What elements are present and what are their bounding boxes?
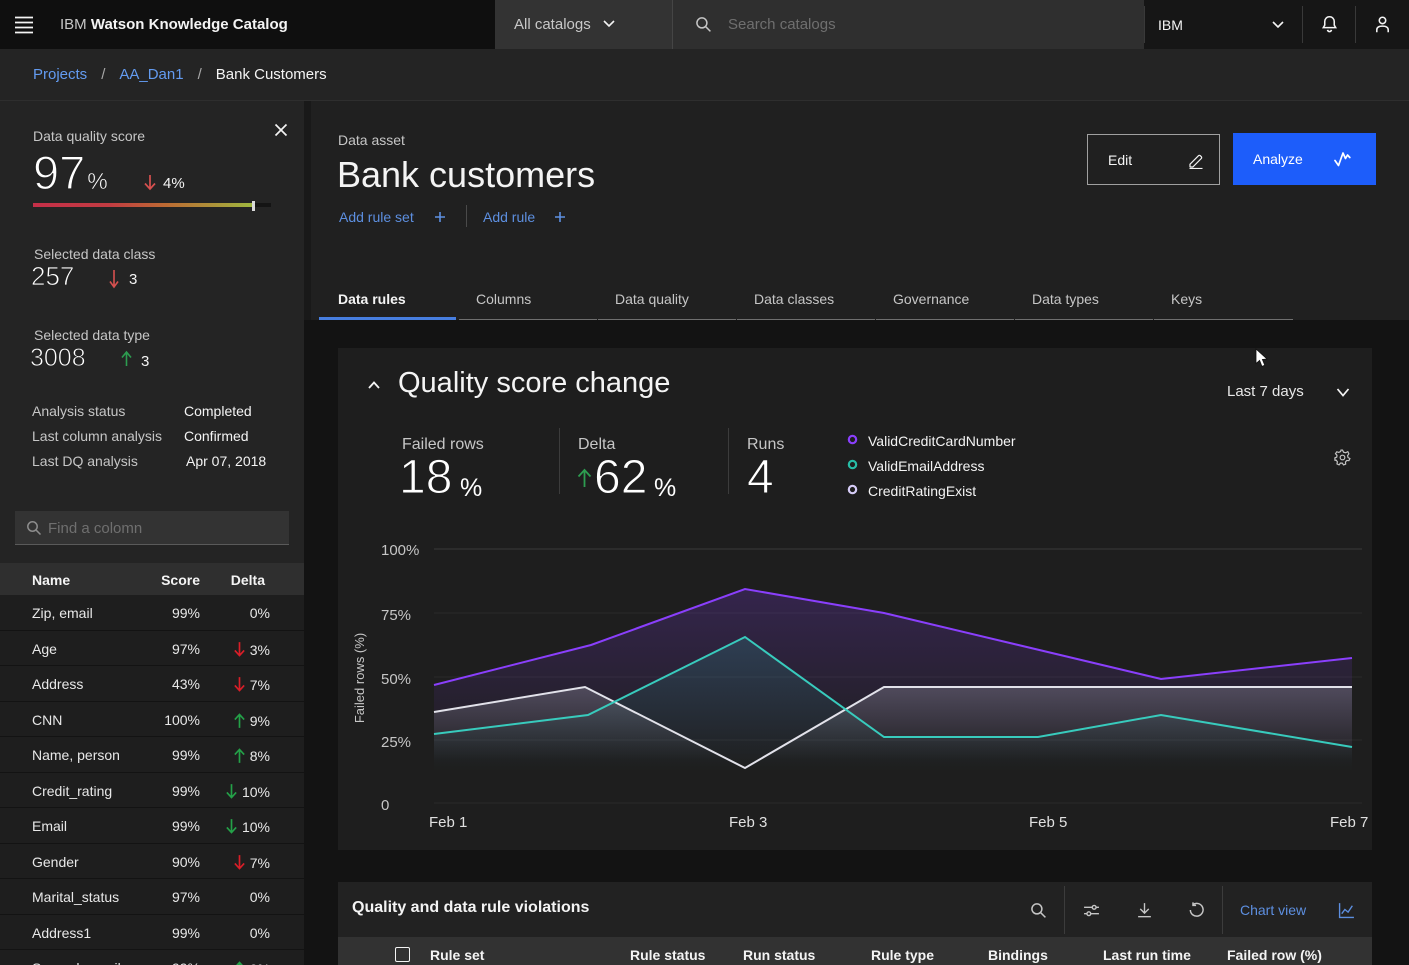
svg-text:25%: 25% [381, 734, 411, 751]
svg-text:Feb 7: Feb 7 [1330, 814, 1368, 831]
svg-text:50%: 50% [381, 671, 411, 688]
svg-text:Failed rows (%): Failed rows (%) [352, 633, 367, 723]
svg-text:100%: 100% [381, 542, 419, 559]
svg-text:Feb 5: Feb 5 [1029, 814, 1067, 831]
svg-text:0: 0 [381, 797, 389, 814]
svg-text:75%: 75% [381, 607, 411, 624]
svg-text:Feb 1: Feb 1 [429, 814, 467, 831]
svg-text:Feb 3: Feb 3 [729, 814, 767, 831]
